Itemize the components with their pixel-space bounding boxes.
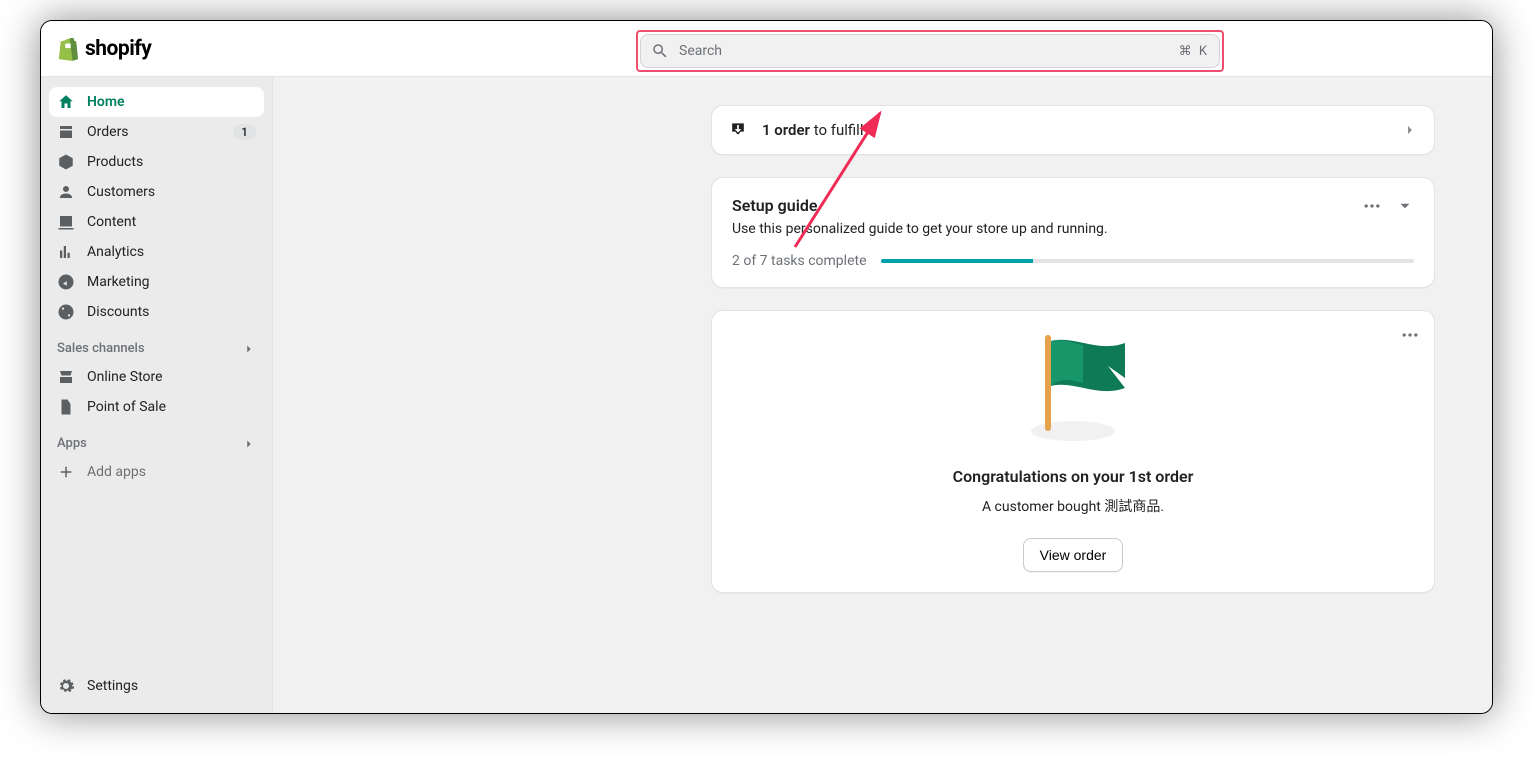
sidebar-item-online-store[interactable]: Online Store bbox=[49, 362, 264, 392]
shopify-bag-icon bbox=[57, 37, 79, 61]
search-highlight-annotation: Search ⌘ K bbox=[636, 30, 1224, 72]
search-input[interactable]: Search ⌘ K bbox=[640, 34, 1220, 68]
marketing-icon bbox=[57, 273, 75, 291]
customers-icon bbox=[57, 183, 75, 201]
sidebar-item-marketing[interactable]: Marketing bbox=[49, 267, 264, 297]
inbox-icon bbox=[728, 120, 748, 140]
sidebar-item-label: Point of Sale bbox=[87, 399, 256, 415]
setup-guide-card: Setup guide Use this personalized guide … bbox=[711, 177, 1435, 288]
sidebar-item-label: Analytics bbox=[87, 244, 256, 260]
sales-channels-header[interactable]: Sales channels bbox=[41, 327, 272, 362]
congrats-subtitle: A customer bought 測試商品. bbox=[982, 496, 1164, 516]
more-icon[interactable] bbox=[1362, 196, 1382, 216]
sidebar-item-discounts[interactable]: Discounts bbox=[49, 297, 264, 327]
sidebar-item-label: Content bbox=[87, 214, 256, 230]
sidebar-item-analytics[interactable]: Analytics bbox=[49, 237, 264, 267]
sidebar-item-content[interactable]: Content bbox=[49, 207, 264, 237]
sidebar-item-label: Products bbox=[87, 154, 256, 170]
section-label: Apps bbox=[57, 436, 87, 451]
sidebar-item-label: Add apps bbox=[87, 464, 256, 480]
sidebar-item-orders[interactable]: Orders 1 bbox=[49, 117, 264, 147]
plus-icon bbox=[57, 463, 75, 481]
sidebar-item-home[interactable]: Home bbox=[49, 87, 264, 117]
analytics-icon bbox=[57, 243, 75, 261]
more-icon[interactable] bbox=[1400, 325, 1420, 345]
setup-title: Setup guide bbox=[732, 196, 1108, 215]
progress-bar bbox=[881, 259, 1414, 263]
gear-icon bbox=[57, 677, 75, 695]
section-label: Sales channels bbox=[57, 341, 145, 356]
chevron-down-icon[interactable] bbox=[1396, 197, 1414, 215]
sidebar-item-label: Home bbox=[87, 94, 256, 110]
flag-illustration bbox=[1013, 333, 1133, 447]
pos-icon bbox=[57, 398, 75, 416]
sidebar-item-products[interactable]: Products bbox=[49, 147, 264, 177]
fulfill-text: 1 order to fulfill bbox=[762, 121, 1388, 139]
sidebar-item-point-of-sale[interactable]: Point of Sale bbox=[49, 392, 264, 422]
chevron-right-icon bbox=[242, 437, 256, 451]
progress-text: 2 of 7 tasks complete bbox=[732, 253, 867, 269]
chevron-right-icon bbox=[1402, 122, 1418, 138]
sidebar-item-label: Settings bbox=[87, 678, 256, 694]
search-shortcut: ⌘ K bbox=[1179, 44, 1209, 59]
view-order-button[interactable]: View order bbox=[1023, 538, 1124, 572]
chevron-right-icon bbox=[242, 342, 256, 356]
sidebar-item-label: Marketing bbox=[87, 274, 256, 290]
brand-logo[interactable]: shopify bbox=[57, 37, 151, 61]
sidebar: Home Orders 1 Products Customers C bbox=[41, 77, 273, 713]
apps-header[interactable]: Apps bbox=[41, 422, 272, 457]
search-icon bbox=[651, 42, 669, 60]
topbar: shopify Search ⌘ K bbox=[41, 21, 1492, 77]
home-icon bbox=[57, 93, 75, 111]
discounts-icon bbox=[57, 303, 75, 321]
congrats-card: Congratulations on your 1st order A cust… bbox=[711, 310, 1435, 593]
fulfill-card[interactable]: 1 order to fulfill bbox=[711, 105, 1435, 155]
content-icon bbox=[57, 213, 75, 231]
congrats-title: Congratulations on your 1st order bbox=[953, 467, 1194, 486]
sidebar-item-add-apps[interactable]: Add apps bbox=[49, 457, 264, 487]
setup-subtitle: Use this personalized guide to get your … bbox=[732, 221, 1108, 237]
sidebar-item-label: Orders bbox=[87, 124, 221, 140]
sidebar-item-label: Online Store bbox=[87, 369, 256, 385]
orders-badge: 1 bbox=[233, 124, 256, 140]
orders-icon bbox=[57, 123, 75, 141]
sidebar-item-settings[interactable]: Settings bbox=[49, 671, 264, 701]
sidebar-item-customers[interactable]: Customers bbox=[49, 177, 264, 207]
brand-name: shopify bbox=[85, 37, 151, 61]
products-icon bbox=[57, 153, 75, 171]
sidebar-item-label: Discounts bbox=[87, 304, 256, 320]
search-placeholder: Search bbox=[679, 43, 1179, 59]
store-icon bbox=[57, 368, 75, 386]
main-content: 1 order to fulfill Setup guide Use this … bbox=[273, 77, 1492, 713]
sidebar-item-label: Customers bbox=[87, 184, 256, 200]
